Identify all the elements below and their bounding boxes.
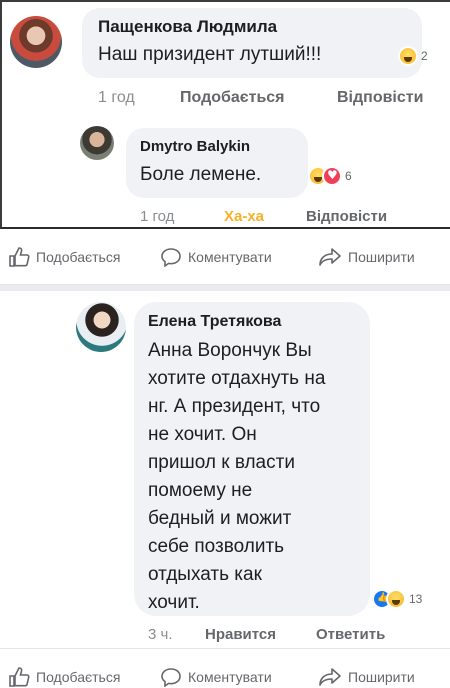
comment-button-label: Коментувати	[188, 249, 272, 265]
share-button[interactable]: Поширити	[318, 667, 415, 687]
avatar[interactable]	[80, 126, 114, 160]
like-link[interactable]: Подобається	[180, 89, 285, 107]
love-icon	[322, 166, 342, 186]
reaction-count: 6	[345, 169, 352, 183]
like-button[interactable]: Подобається	[8, 667, 120, 687]
share-button-label: Поширити	[348, 249, 415, 265]
comment-button[interactable]: Коментувати	[160, 247, 272, 267]
comment-text-line: помоему не	[148, 480, 253, 501]
avatar[interactable]	[10, 16, 62, 68]
post-action-bar: Подобається Коментувати Поширити	[0, 229, 450, 285]
reaction-count: 2	[421, 49, 428, 63]
comment-text: Боле лемене.	[140, 164, 262, 185]
comment-author[interactable]: Dmytro Balykin	[140, 138, 250, 155]
share-button-label: Поширити	[348, 669, 415, 685]
like-button-label: Подобається	[36, 669, 121, 685]
like-button[interactable]: Подобається	[8, 247, 120, 267]
post-action-bar: Подобається Коментувати Поширити	[0, 648, 450, 688]
reaction-summary[interactable]: 2	[398, 46, 428, 66]
reaction-summary[interactable]: 13	[372, 589, 422, 609]
comment-text-line: себе позволить	[148, 536, 285, 557]
comment-icon	[161, 248, 181, 267]
section-divider	[0, 285, 450, 291]
comment-button-label: Коментувати	[188, 669, 272, 685]
thumbs-up-icon	[9, 247, 30, 267]
comment-text-line: нг. А президент, что	[148, 396, 321, 417]
avatar[interactable]	[76, 302, 126, 352]
comment-text-line: хотите отдахнуть на	[148, 368, 326, 389]
reply-link[interactable]: Відповісти	[306, 208, 387, 225]
share-icon	[319, 668, 341, 686]
like-button-label: Подобається	[36, 249, 121, 265]
comment-text-line: пришол к власти	[148, 452, 295, 473]
share-button[interactable]: Поширити	[318, 247, 415, 267]
like-link[interactable]: Нравится	[205, 626, 276, 643]
reply-link[interactable]: Ответить	[316, 626, 385, 643]
comment-timestamp[interactable]: 1 год	[98, 89, 135, 107]
comment-button[interactable]: Коментувати	[160, 667, 272, 687]
comment-text-line: хочит.	[148, 592, 200, 613]
top-comments-panel: Пащенкова Людмила Наш призидент лутший!!…	[0, 0, 450, 229]
comment-text-line: отдыхать как	[148, 564, 262, 585]
comment-text-line: не хочит. Он	[148, 424, 257, 445]
comment-text-line: бедный и можит	[148, 508, 292, 529]
share-icon	[319, 248, 341, 266]
comment-text: Наш призидент лутший!!!	[98, 44, 322, 65]
laugh-icon	[386, 589, 406, 609]
comment-timestamp[interactable]: 1 год	[140, 208, 174, 225]
comment-timestamp[interactable]: 3 ч.	[148, 626, 173, 643]
like-link[interactable]: Ха-ха	[224, 208, 264, 225]
laugh-icon	[398, 46, 418, 66]
comment-icon	[161, 668, 181, 687]
reaction-summary[interactable]: 6	[308, 166, 352, 186]
thumbs-up-icon	[9, 667, 30, 687]
comment-text-line: Анна Ворончук Вы	[148, 340, 312, 361]
reply-link[interactable]: Відповісти	[337, 89, 423, 107]
comment-author[interactable]: Пащенкова Людмила	[98, 17, 277, 37]
comment-author[interactable]: Елена Третякова	[148, 313, 281, 331]
reaction-count: 13	[409, 592, 423, 606]
